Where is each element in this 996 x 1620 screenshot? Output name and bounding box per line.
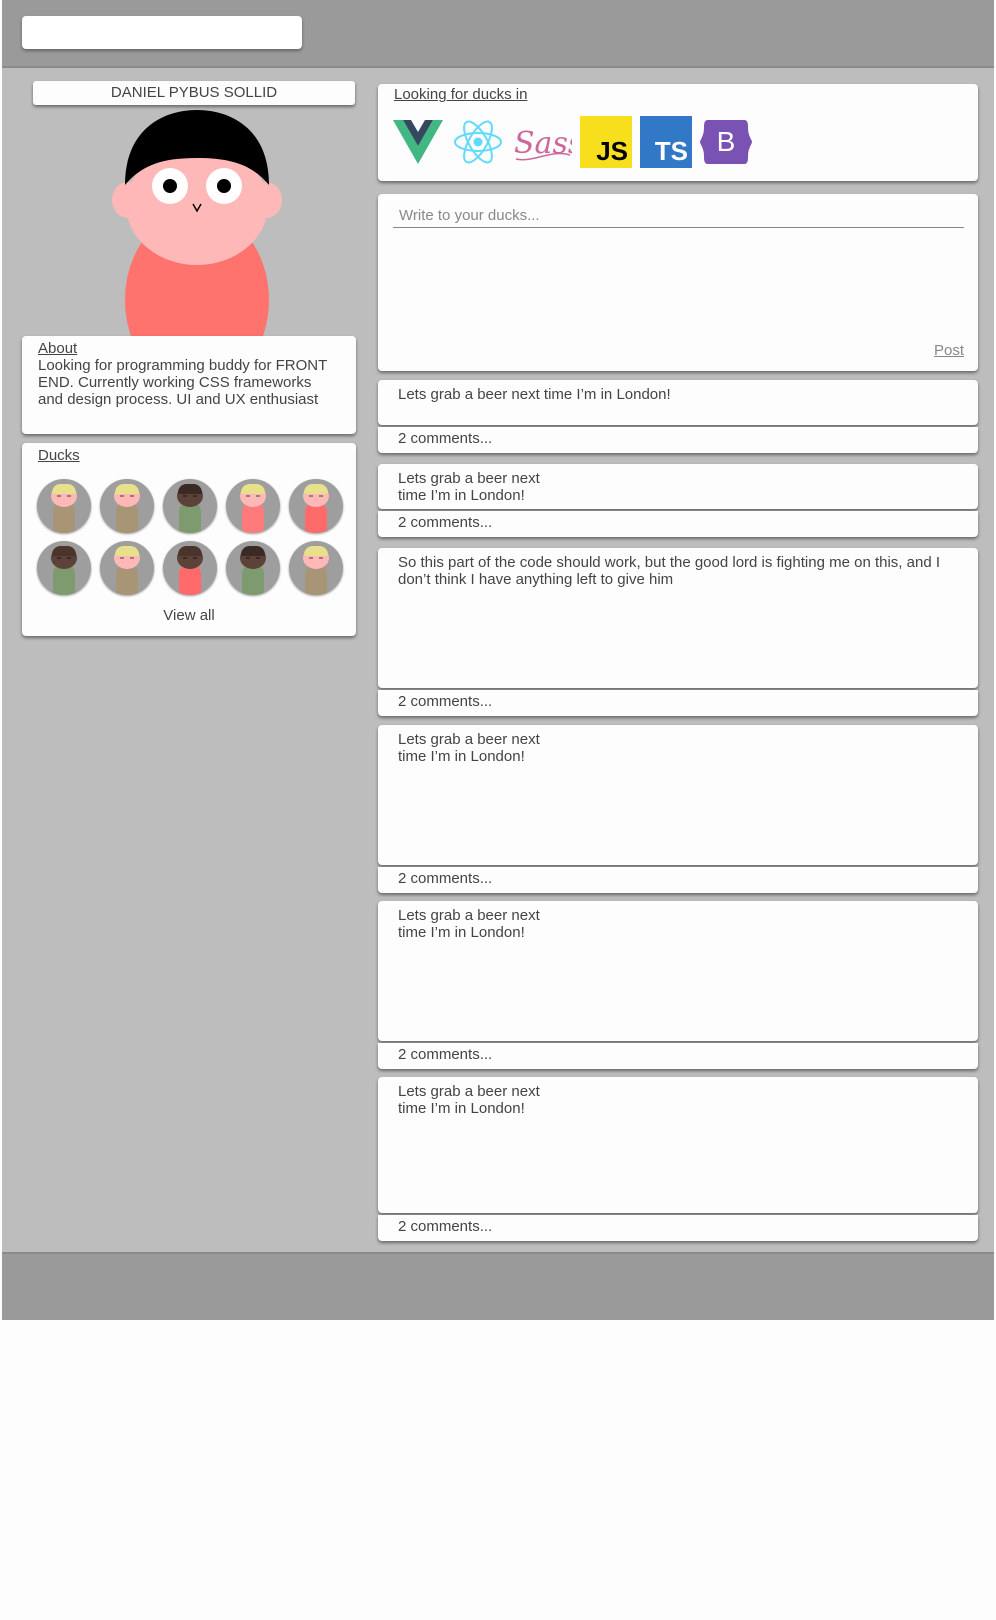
tech-logos: Sass JS TS B: [392, 116, 752, 168]
duck-avatar[interactable]: [100, 479, 154, 533]
duck-avatar[interactable]: [163, 479, 217, 533]
post-card: Lets grab a beer next time I’m in London…: [378, 380, 978, 425]
profile-avatar: [112, 110, 292, 336]
duck-avatar[interactable]: [37, 479, 91, 533]
post-button[interactable]: Post: [934, 342, 964, 359]
duck-avatar[interactable]: [226, 541, 280, 595]
duck-hair: [304, 546, 328, 556]
duck-eyes: [120, 557, 134, 559]
duck-hair: [115, 484, 139, 494]
duck-hair: [52, 546, 76, 556]
duck-eyes: [183, 557, 197, 559]
duck-eyes: [57, 557, 71, 559]
post-text: Lets grab a beer next time I’m in London…: [398, 386, 671, 403]
post-text: Lets grab a beer next time I’m in London…: [398, 731, 540, 765]
page-background: DANIEL PYBUS SOLLID About Looking for pr…: [2, 0, 994, 1320]
duck-hair: [241, 484, 265, 494]
ducks-heading[interactable]: Ducks: [38, 447, 340, 464]
duck-eyes: [246, 557, 260, 559]
looking-card: Looking for ducks in Sas JS TS B: [378, 84, 978, 181]
duck-avatar[interactable]: [37, 541, 91, 595]
comments-label: 2 comments...: [398, 514, 493, 531]
duck-hair: [52, 484, 76, 494]
bootstrap-logo-icon[interactable]: B: [700, 116, 752, 168]
react-logo-icon[interactable]: [452, 116, 504, 168]
comments-label: 2 comments...: [398, 1218, 493, 1235]
comments-label: 2 comments...: [398, 870, 493, 887]
javascript-logo-icon[interactable]: JS: [580, 116, 632, 168]
duck-eyes: [183, 495, 197, 497]
comments-link[interactable]: 2 comments...: [378, 427, 978, 453]
post-text: Lets grab a beer next time I’m in London…: [398, 907, 540, 941]
sass-logo-icon[interactable]: Sass: [512, 116, 572, 168]
ducks-card: Ducks View all: [22, 443, 356, 636]
comments-link[interactable]: 2 comments...: [378, 690, 978, 716]
duck-eyes: [120, 495, 134, 497]
post-card: Lets grab a beer next time I’m in London…: [378, 1077, 978, 1213]
duck-hair: [178, 484, 202, 494]
view-all-link[interactable]: View all: [22, 607, 356, 624]
typescript-logo-label: TS: [654, 136, 688, 166]
duck-avatar[interactable]: [163, 541, 217, 595]
comments-link[interactable]: 2 comments...: [378, 1043, 978, 1069]
duck-eyes: [309, 557, 323, 559]
top-bar: [2, 0, 994, 68]
duck-hair: [241, 546, 265, 556]
post-card: Lets grab a beer next time I’m in London…: [378, 464, 978, 509]
about-card: About Looking for programming buddy for …: [22, 336, 356, 434]
looking-heading[interactable]: Looking for ducks in: [394, 86, 962, 103]
comments-link[interactable]: 2 comments...: [378, 1215, 978, 1241]
profile-name: DANIEL PYBUS SOLLID: [33, 81, 355, 105]
vue-logo-icon[interactable]: [392, 116, 444, 168]
duck-eyes: [309, 495, 323, 497]
duck-hair: [115, 546, 139, 556]
duck-avatar[interactable]: [100, 541, 154, 595]
duck-avatar[interactable]: [226, 479, 280, 533]
post-input[interactable]: [393, 204, 964, 228]
post-card: Lets grab a beer next time I’m in London…: [378, 901, 978, 1041]
duck-avatar[interactable]: [289, 541, 343, 595]
comments-link[interactable]: 2 comments...: [378, 511, 978, 537]
duck-eyes: [246, 495, 260, 497]
duck-hair: [304, 484, 328, 494]
post-text: Lets grab a beer next time I’m in London…: [398, 470, 540, 504]
comments-label: 2 comments...: [398, 1046, 493, 1063]
post-text: So this part of the code should work, bu…: [398, 554, 940, 588]
search-input[interactable]: [22, 16, 302, 49]
post-card: So this part of the code should work, bu…: [378, 548, 978, 688]
duck-eyes: [57, 495, 71, 497]
comments-label: 2 comments...: [398, 693, 493, 710]
bootstrap-logo-label: B: [716, 126, 736, 157]
post-text: Lets grab a beer next time I’m in London…: [398, 1083, 540, 1117]
post-card: Lets grab a beer next time I’m in London…: [378, 725, 978, 865]
duck-hair: [178, 546, 202, 556]
about-text: Looking for programming buddy for FRONT …: [38, 357, 328, 408]
about-heading[interactable]: About: [38, 340, 340, 357]
duck-avatar[interactable]: [289, 479, 343, 533]
typescript-logo-icon[interactable]: TS: [640, 116, 692, 168]
footer-bar: [2, 1252, 994, 1320]
comments-link[interactable]: 2 comments...: [378, 867, 978, 893]
composer-card: Post: [378, 194, 978, 371]
javascript-logo-label: JS: [596, 136, 628, 166]
comments-label: 2 comments...: [398, 430, 493, 447]
ducks-grid: [37, 479, 343, 595]
